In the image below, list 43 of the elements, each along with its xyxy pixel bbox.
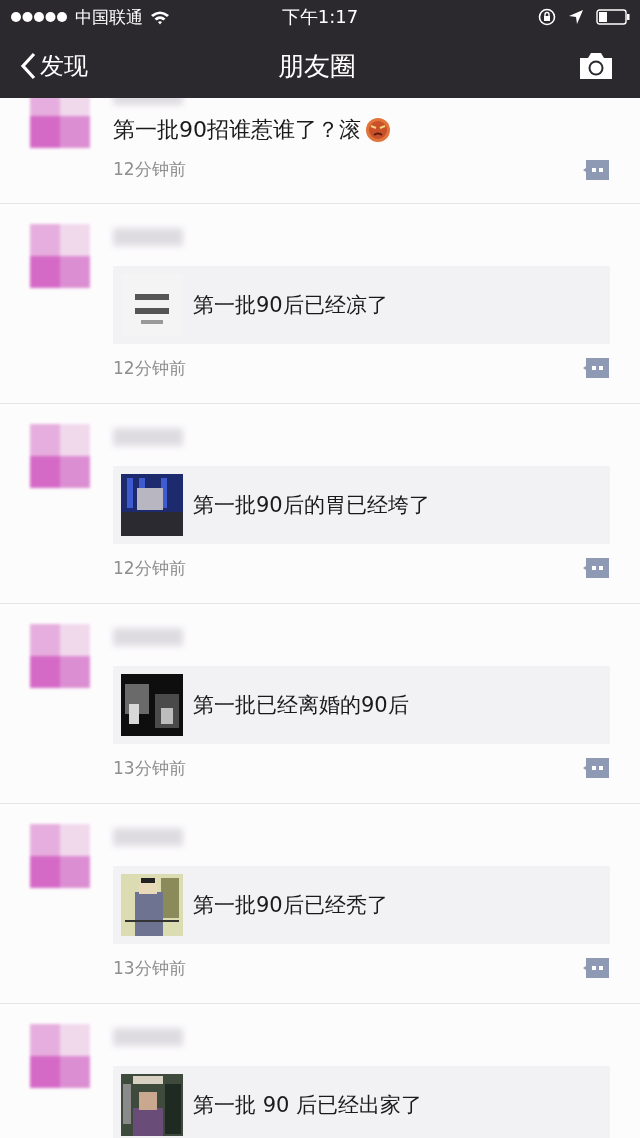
back-button[interactable]: 发现 [20,50,140,82]
post-time: 13分钟前 [113,956,186,980]
link-card[interactable]: 第一批 90 后已经出家了 [113,1066,610,1138]
location-arrow-icon [568,9,584,25]
link-card[interactable]: 第一批已经离婚的90后 [113,666,610,744]
avatar[interactable] [30,424,90,488]
post-time: 12分钟前 [113,158,186,181]
chevron-left-icon [20,52,36,80]
page-title: 朋友圈 [278,49,356,83]
signal-icon [10,11,68,23]
blurred-name [113,628,183,646]
comment-icon[interactable] [582,957,610,979]
link-card[interactable]: 第一批90后的胃已经垮了 [113,466,610,544]
rotation-lock-icon [538,8,556,26]
post-text: 第一批90招谁惹谁了？滚 [113,116,361,145]
link-title: 第一批 90 后已经出家了 [193,1092,423,1119]
link-title: 第一批90后已经秃了 [193,892,388,919]
post-time: 12分钟前 [113,356,186,380]
wifi-icon [150,9,170,25]
clock-time: 下午1:17 [281,5,359,29]
camera-icon[interactable] [578,52,614,80]
link-card[interactable]: 第一批90后已经凉了 [113,266,610,344]
link-card[interactable]: 第一批90后已经秃了 [113,866,610,944]
avatar[interactable] [30,624,90,688]
blurred-name [113,228,183,246]
avatar[interactable] [30,224,90,288]
avatar[interactable] [30,98,90,148]
comment-icon[interactable] [582,158,610,181]
comment-icon[interactable] [582,757,610,779]
link-title: 第一批已经离婚的90后 [193,692,409,719]
avatar[interactable] [30,1024,90,1088]
link-title: 第一批90后已经凉了 [193,292,388,319]
blurred-name [113,828,183,846]
post-time: 13分钟前 [113,756,186,780]
post-time: 12分钟前 [113,556,186,580]
comment-icon[interactable] [582,357,610,379]
carrier-name: 中国联通 [75,5,143,29]
blurred-name [113,1028,183,1046]
avatar[interactable] [30,824,90,888]
comment-icon[interactable] [582,557,610,579]
link-title: 第一批90后的胃已经垮了 [193,492,430,519]
blurred-name [113,428,183,446]
battery-icon [596,9,630,25]
